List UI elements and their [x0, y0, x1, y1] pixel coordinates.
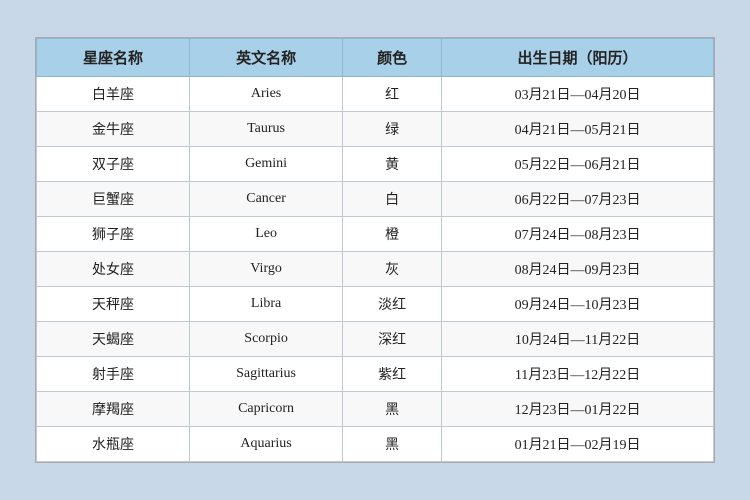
cell-dates: 08月24日—09月23日	[442, 252, 714, 287]
header-color: 颜色	[343, 39, 442, 77]
table-row: 双子座Gemini黄05月22日—06月21日	[37, 147, 714, 182]
cell-color: 深红	[343, 322, 442, 357]
cell-color: 灰	[343, 252, 442, 287]
cell-english-name: Cancer	[190, 182, 343, 217]
cell-chinese-name: 处女座	[37, 252, 190, 287]
cell-dates: 05月22日—06月21日	[442, 147, 714, 182]
cell-dates: 12月23日—01月22日	[442, 392, 714, 427]
cell-english-name: Virgo	[190, 252, 343, 287]
table-row: 白羊座Aries红03月21日—04月20日	[37, 77, 714, 112]
table-row: 金牛座Taurus绿04月21日—05月21日	[37, 112, 714, 147]
cell-color: 黑	[343, 392, 442, 427]
cell-chinese-name: 摩羯座	[37, 392, 190, 427]
cell-english-name: Sagittarius	[190, 357, 343, 392]
table-row: 水瓶座Aquarius黑01月21日—02月19日	[37, 427, 714, 462]
table-row: 巨蟹座Cancer白06月22日—07月23日	[37, 182, 714, 217]
table-body: 白羊座Aries红03月21日—04月20日金牛座Taurus绿04月21日—0…	[37, 77, 714, 462]
zodiac-table-container: 星座名称 英文名称 颜色 出生日期（阳历） 白羊座Aries红03月21日—04…	[35, 37, 715, 463]
cell-chinese-name: 射手座	[37, 357, 190, 392]
cell-english-name: Leo	[190, 217, 343, 252]
cell-dates: 03月21日—04月20日	[442, 77, 714, 112]
cell-color: 红	[343, 77, 442, 112]
table-row: 天秤座Libra淡红09月24日—10月23日	[37, 287, 714, 322]
cell-chinese-name: 白羊座	[37, 77, 190, 112]
cell-color: 橙	[343, 217, 442, 252]
cell-dates: 01月21日—02月19日	[442, 427, 714, 462]
cell-english-name: Aquarius	[190, 427, 343, 462]
cell-english-name: Capricorn	[190, 392, 343, 427]
cell-chinese-name: 天蝎座	[37, 322, 190, 357]
header-chinese-name: 星座名称	[37, 39, 190, 77]
table-row: 射手座Sagittarius紫红11月23日—12月22日	[37, 357, 714, 392]
cell-chinese-name: 水瓶座	[37, 427, 190, 462]
cell-color: 紫红	[343, 357, 442, 392]
cell-english-name: Taurus	[190, 112, 343, 147]
cell-english-name: Libra	[190, 287, 343, 322]
cell-english-name: Gemini	[190, 147, 343, 182]
cell-english-name: Aries	[190, 77, 343, 112]
cell-color: 黄	[343, 147, 442, 182]
table-header-row: 星座名称 英文名称 颜色 出生日期（阳历）	[37, 39, 714, 77]
table-row: 摩羯座Capricorn黑12月23日—01月22日	[37, 392, 714, 427]
table-row: 狮子座Leo橙07月24日—08月23日	[37, 217, 714, 252]
cell-dates: 11月23日—12月22日	[442, 357, 714, 392]
cell-color: 黑	[343, 427, 442, 462]
zodiac-table: 星座名称 英文名称 颜色 出生日期（阳历） 白羊座Aries红03月21日—04…	[36, 38, 714, 462]
cell-dates: 07月24日—08月23日	[442, 217, 714, 252]
header-dates: 出生日期（阳历）	[442, 39, 714, 77]
cell-chinese-name: 双子座	[37, 147, 190, 182]
header-english-name: 英文名称	[190, 39, 343, 77]
cell-chinese-name: 巨蟹座	[37, 182, 190, 217]
cell-chinese-name: 狮子座	[37, 217, 190, 252]
cell-color: 绿	[343, 112, 442, 147]
cell-dates: 09月24日—10月23日	[442, 287, 714, 322]
table-row: 天蝎座Scorpio深红10月24日—11月22日	[37, 322, 714, 357]
table-row: 处女座Virgo灰08月24日—09月23日	[37, 252, 714, 287]
cell-dates: 10月24日—11月22日	[442, 322, 714, 357]
cell-dates: 06月22日—07月23日	[442, 182, 714, 217]
cell-english-name: Scorpio	[190, 322, 343, 357]
cell-color: 白	[343, 182, 442, 217]
cell-color: 淡红	[343, 287, 442, 322]
cell-chinese-name: 天秤座	[37, 287, 190, 322]
cell-chinese-name: 金牛座	[37, 112, 190, 147]
cell-dates: 04月21日—05月21日	[442, 112, 714, 147]
